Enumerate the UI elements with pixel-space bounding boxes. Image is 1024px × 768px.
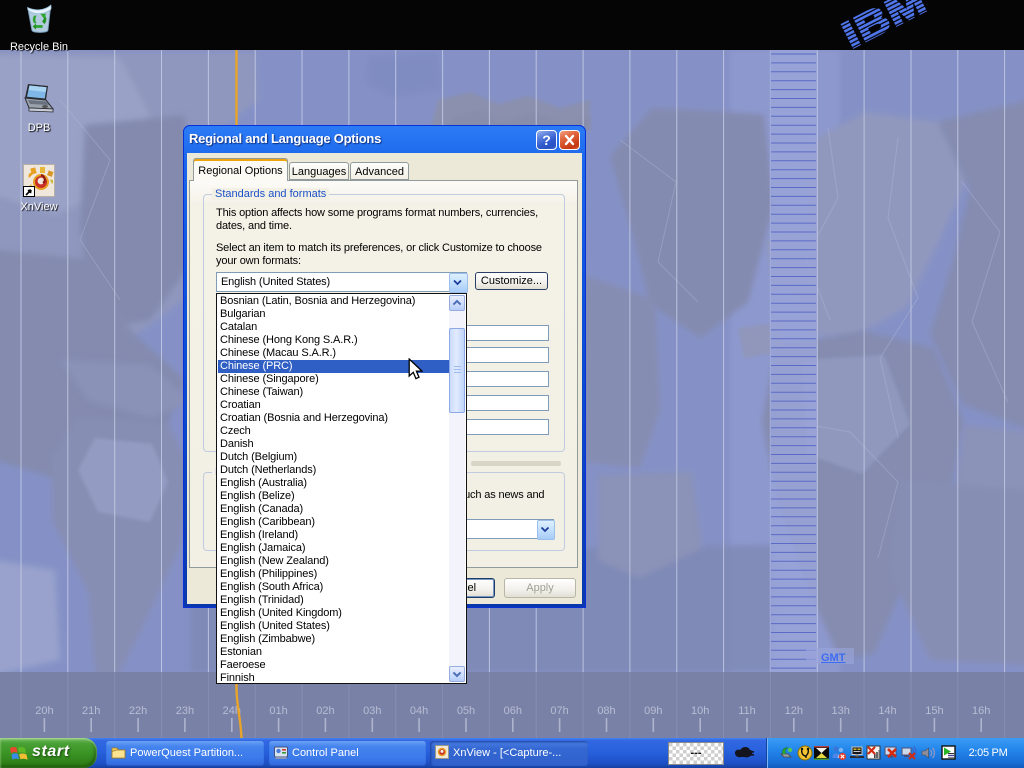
svg-text:14h: 14h xyxy=(878,705,896,717)
svg-text:13h: 13h xyxy=(832,705,850,717)
svg-text:20h: 20h xyxy=(35,705,53,717)
svg-text:GMT: GMT xyxy=(821,652,846,664)
svg-text:16h: 16h xyxy=(972,705,990,717)
svg-text:09h: 09h xyxy=(644,705,662,717)
svg-text:15h: 15h xyxy=(925,705,943,717)
svg-text:21h: 21h xyxy=(82,705,100,717)
svg-text:06h: 06h xyxy=(504,705,522,717)
svg-text:10h: 10h xyxy=(691,705,709,717)
svg-text:02h: 02h xyxy=(316,705,334,717)
svg-text:22h: 22h xyxy=(129,705,147,717)
svg-text:01h: 01h xyxy=(269,705,287,717)
svg-text:12h: 12h xyxy=(785,705,803,717)
svg-text:03h: 03h xyxy=(363,705,381,717)
svg-text:05h: 05h xyxy=(457,705,475,717)
svg-text:04h: 04h xyxy=(410,705,428,717)
svg-text:11h: 11h xyxy=(738,705,756,717)
svg-text:08h: 08h xyxy=(597,705,615,717)
svg-text:07h: 07h xyxy=(550,705,568,717)
svg-text:23h: 23h xyxy=(176,705,194,717)
